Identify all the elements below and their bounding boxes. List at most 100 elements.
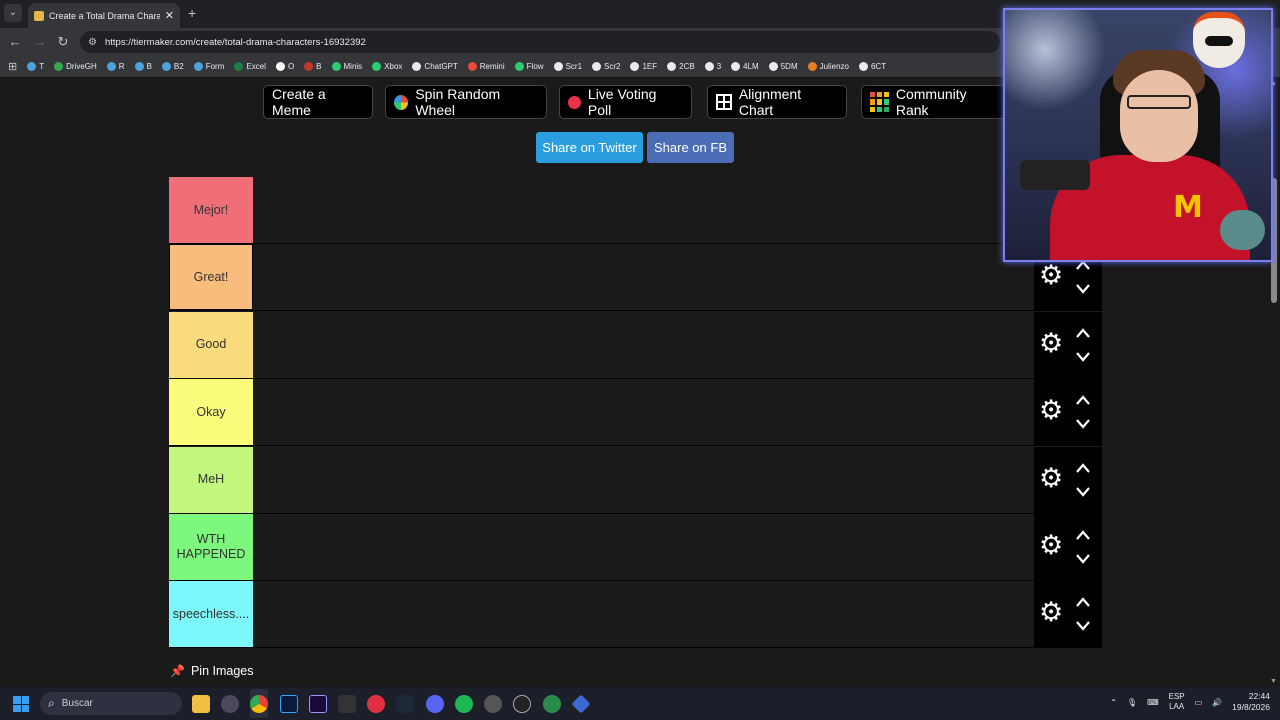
network-icon[interactable]: ▭ bbox=[1195, 698, 1203, 707]
bookmark-item[interactable]: Excel bbox=[234, 62, 266, 71]
tier-drop-zone[interactable] bbox=[253, 514, 1034, 580]
photoshop-icon[interactable] bbox=[280, 695, 298, 713]
microphone-icon[interactable]: 🎙 bbox=[1127, 698, 1137, 707]
bookmark-item[interactable]: Scr2 bbox=[592, 62, 620, 71]
app-icon[interactable] bbox=[221, 695, 239, 713]
move-down-chevron-icon[interactable] bbox=[1074, 552, 1092, 566]
bookmark-item[interactable]: 5DM bbox=[768, 62, 798, 71]
bookmark-item[interactable]: B bbox=[134, 62, 152, 71]
live-poll-label: Live Voting Poll bbox=[587, 86, 657, 118]
tier-drop-zone[interactable] bbox=[253, 581, 1034, 648]
volume-icon[interactable]: 🔊 bbox=[1212, 698, 1222, 707]
pin-images-toggle[interactable]: 📌 Pin Images bbox=[170, 664, 253, 678]
bookmark-favicon-icon bbox=[630, 62, 640, 71]
premiere-icon[interactable] bbox=[309, 695, 327, 713]
app-gray-icon[interactable] bbox=[484, 695, 502, 713]
chrome-icon[interactable] bbox=[250, 695, 268, 713]
discord-icon[interactable] bbox=[426, 695, 444, 713]
move-down-chevron-icon[interactable] bbox=[1074, 619, 1092, 633]
move-down-chevron-icon[interactable] bbox=[1074, 282, 1092, 296]
file-explorer-icon[interactable] bbox=[192, 695, 210, 713]
bookmark-item[interactable]: DriveGH bbox=[54, 62, 97, 71]
settings-gear-icon[interactable]: ⚙ bbox=[1039, 329, 1063, 356]
clock[interactable]: 22:44 19/8/2026 bbox=[1232, 691, 1270, 713]
spotify-icon[interactable] bbox=[455, 695, 473, 713]
close-tab-icon[interactable]: ✕ bbox=[165, 9, 174, 22]
tier-label[interactable]: Mejor! bbox=[169, 177, 253, 243]
settings-gear-icon[interactable]: ⚙ bbox=[1039, 464, 1063, 491]
alignment-label: Alignment Chart bbox=[738, 86, 802, 118]
community-rank-button[interactable]: Community Rank bbox=[861, 85, 1006, 119]
obs-icon[interactable] bbox=[513, 695, 531, 713]
move-up-chevron-icon[interactable] bbox=[1074, 595, 1092, 609]
app-red-icon[interactable] bbox=[367, 695, 385, 713]
keyboard-icon[interactable]: ⌨ bbox=[1147, 698, 1159, 707]
bookmark-item[interactable]: Form bbox=[193, 62, 224, 71]
bookmark-item[interactable]: 3 bbox=[704, 62, 721, 71]
browser-tab[interactable]: Create a Total Drama Character ✕ bbox=[28, 3, 180, 28]
move-down-chevron-icon[interactable] bbox=[1074, 485, 1092, 499]
bookmark-item[interactable]: Julienzo bbox=[807, 62, 849, 71]
tier-drop-zone[interactable] bbox=[253, 379, 1034, 446]
create-meme-button[interactable]: Create a Meme bbox=[263, 85, 373, 119]
app-green-icon[interactable] bbox=[543, 695, 561, 713]
bookmark-item[interactable]: ChatGPT bbox=[412, 62, 458, 71]
bookmark-label: Flow bbox=[526, 62, 544, 71]
tier-drop-zone[interactable] bbox=[253, 446, 1034, 513]
bookmark-item[interactable]: Xbox bbox=[372, 62, 402, 71]
settings-gear-icon[interactable]: ⚙ bbox=[1039, 599, 1063, 626]
bookmark-item[interactable]: R bbox=[106, 62, 125, 71]
share-twitter-button[interactable]: Share on Twitter bbox=[536, 132, 643, 163]
epic-games-icon[interactable] bbox=[338, 695, 356, 713]
settings-gear-icon[interactable]: ⚙ bbox=[1039, 397, 1063, 424]
new-tab-icon[interactable]: + bbox=[188, 5, 196, 21]
back-icon[interactable]: ← bbox=[7, 34, 23, 50]
tray-chevron-icon[interactable]: ⌃ bbox=[1110, 698, 1117, 707]
settings-gear-icon[interactable]: ⚙ bbox=[1039, 262, 1063, 289]
tier-drop-zone[interactable] bbox=[253, 244, 1034, 311]
windows-start-icon[interactable] bbox=[13, 696, 29, 712]
bookmark-item[interactable]: 6CT bbox=[858, 62, 886, 71]
move-up-chevron-icon[interactable] bbox=[1074, 461, 1092, 475]
tier-label[interactable]: speechless.... bbox=[169, 581, 253, 648]
share-fb-button[interactable]: Share on FB bbox=[647, 132, 734, 163]
app-blue-icon[interactable] bbox=[571, 694, 591, 714]
forward-icon[interactable]: → bbox=[32, 34, 48, 50]
bookmark-item[interactable]: 1EF bbox=[630, 62, 657, 71]
address-bar[interactable]: ⚙ https://tiermaker.com/create/total-dra… bbox=[80, 31, 1000, 53]
alignment-chart-button[interactable]: Alignment Chart bbox=[707, 85, 847, 119]
bookmark-item[interactable]: B bbox=[304, 62, 322, 71]
move-up-chevron-icon[interactable] bbox=[1074, 528, 1092, 542]
bookmark-item[interactable]: Remini bbox=[467, 62, 505, 71]
bookmark-item[interactable]: O bbox=[275, 62, 294, 71]
bookmark-item[interactable]: Minis bbox=[331, 62, 362, 71]
settings-gear-icon[interactable]: ⚙ bbox=[1039, 532, 1063, 559]
bookmark-item[interactable]: 2CB bbox=[667, 62, 695, 71]
bookmark-item[interactable]: Flow bbox=[514, 62, 544, 71]
reload-icon[interactable]: ↻ bbox=[55, 34, 71, 50]
move-up-chevron-icon[interactable] bbox=[1074, 326, 1092, 340]
tab-search-icon[interactable]: ⌄ bbox=[4, 4, 22, 22]
move-down-chevron-icon[interactable] bbox=[1074, 350, 1092, 364]
spin-random-wheel-button[interactable]: Spin Random Wheel bbox=[385, 85, 547, 119]
tier-label[interactable]: WTH HAPPENED bbox=[169, 514, 253, 580]
taskbar-search-box[interactable]: ⌕ Buscar bbox=[40, 692, 182, 715]
tier-label[interactable]: Good bbox=[169, 311, 253, 378]
tier-label[interactable]: Okay bbox=[169, 379, 253, 446]
bookmark-item[interactable]: T bbox=[27, 62, 44, 71]
bookmark-item[interactable]: 4LM bbox=[731, 62, 759, 71]
tier-label[interactable]: MeH bbox=[169, 446, 253, 513]
tier-label[interactable]: Great! bbox=[169, 244, 253, 311]
live-voting-poll-button[interactable]: Live Voting Poll bbox=[559, 85, 692, 119]
apps-grid-icon[interactable]: ⊞ bbox=[8, 60, 17, 73]
bookmark-item[interactable]: B2 bbox=[161, 62, 184, 71]
move-down-chevron-icon[interactable] bbox=[1074, 417, 1092, 431]
scroll-down-arrow-icon[interactable]: ▼ bbox=[1270, 678, 1277, 685]
site-info-icon[interactable]: ⚙ bbox=[88, 37, 97, 48]
move-up-chevron-icon[interactable] bbox=[1074, 393, 1092, 407]
language-indicator[interactable]: ESP LAA bbox=[1169, 692, 1185, 712]
bookmark-item[interactable]: Scr1 bbox=[553, 62, 582, 71]
steam-icon[interactable] bbox=[396, 695, 414, 713]
tier-drop-zone[interactable] bbox=[253, 311, 1034, 378]
tier-drop-zone[interactable] bbox=[253, 177, 1034, 243]
